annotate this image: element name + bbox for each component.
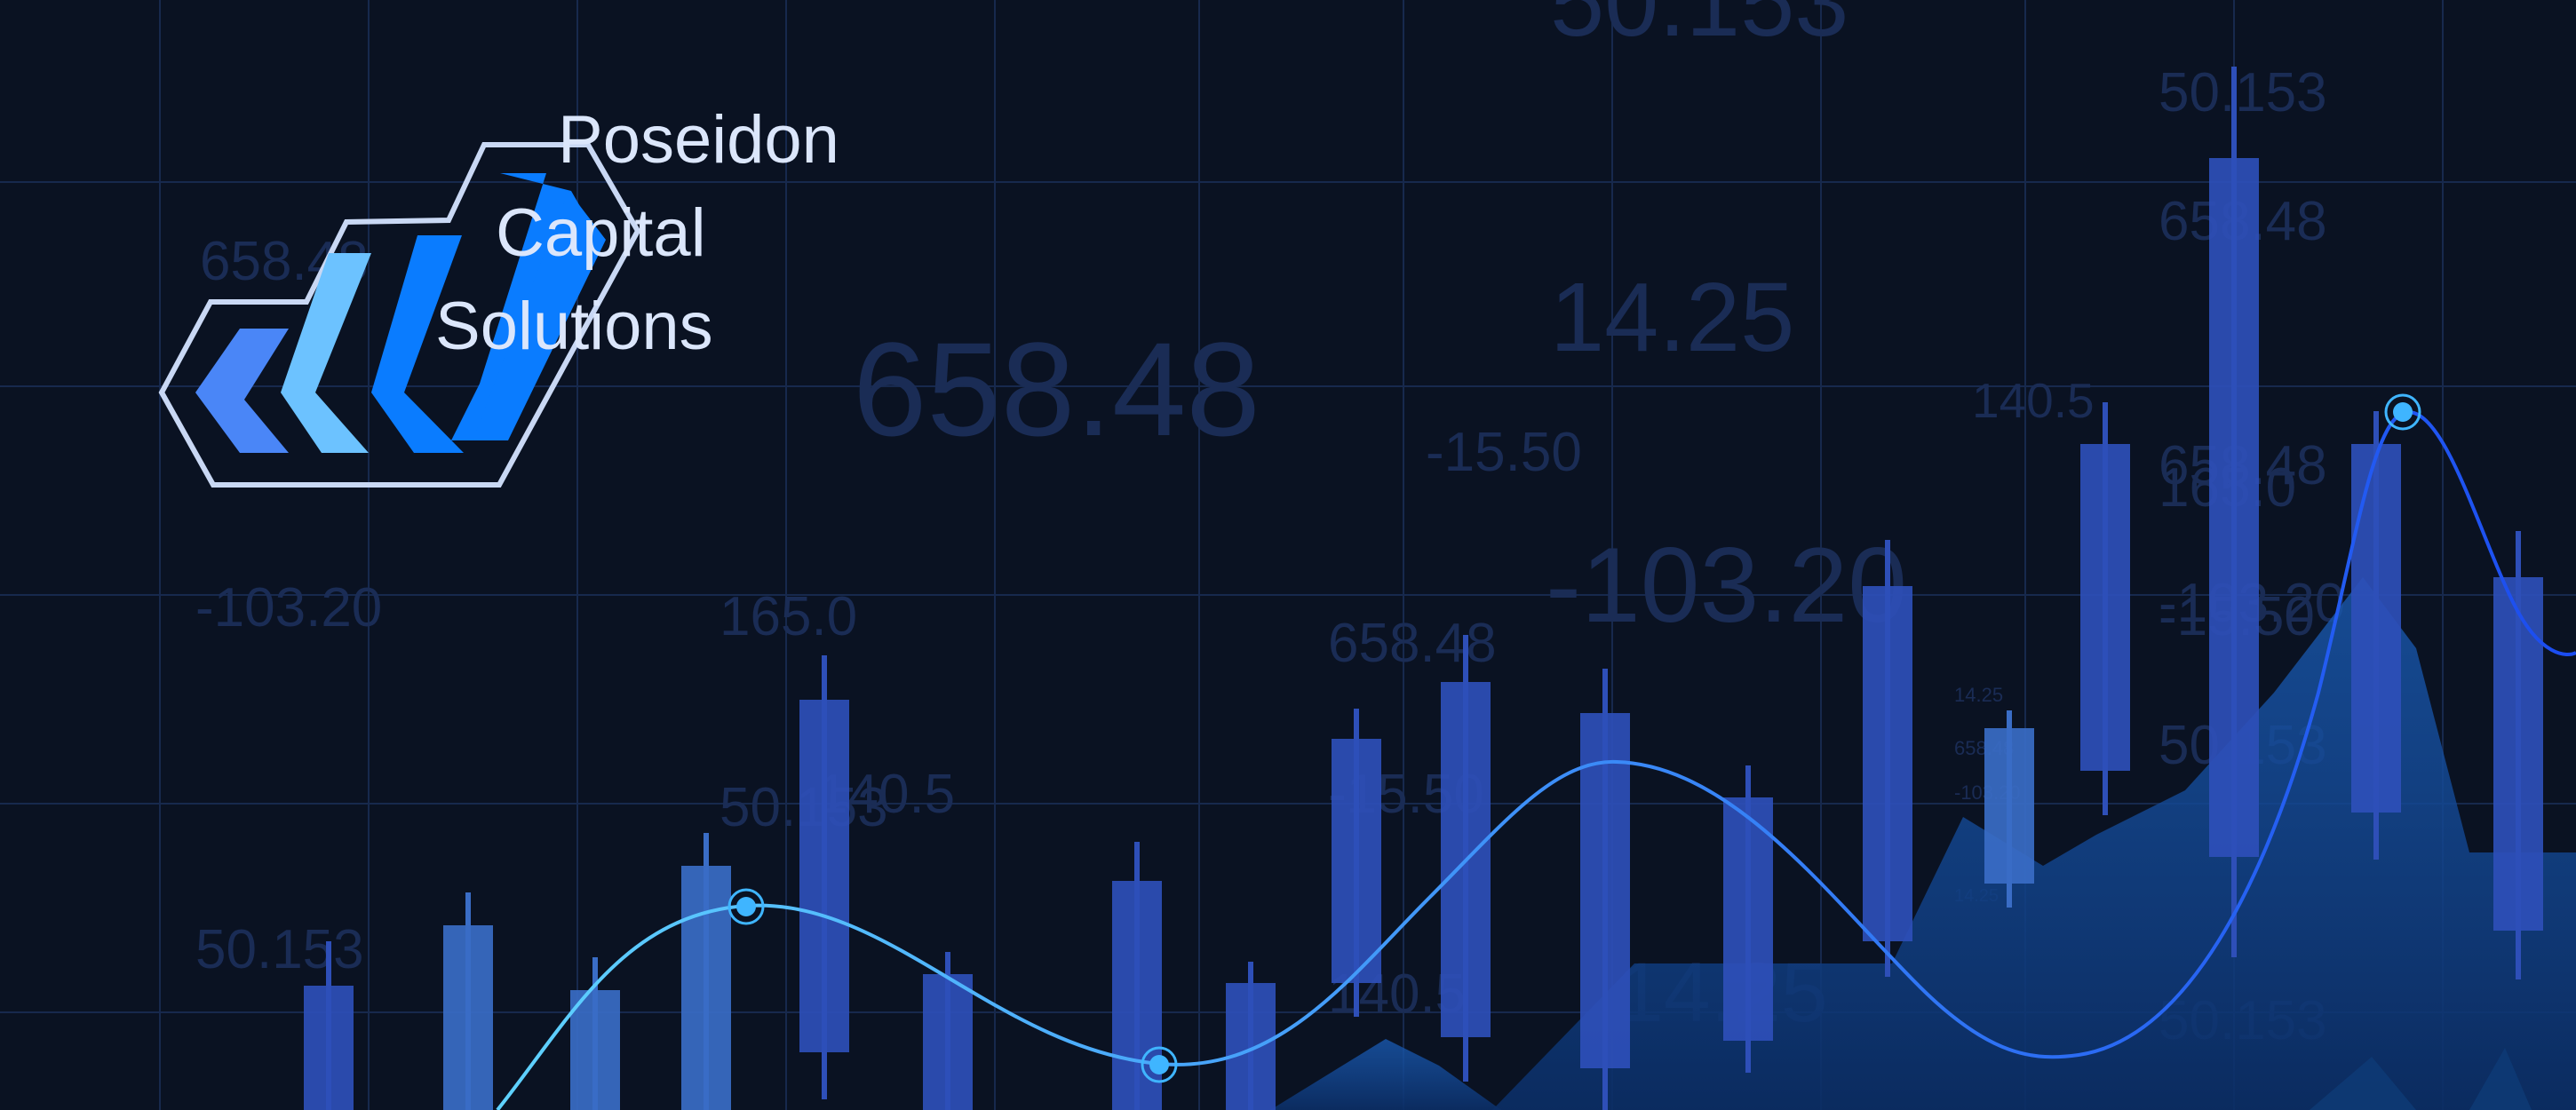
brand-name-line-3: Solutions: [435, 289, 713, 364]
brand: Poseidon Capital Solutions: [0, 0, 2576, 1110]
brand-name-line-2: Capital: [496, 195, 706, 271]
brand-name-line-1: Poseidon: [558, 102, 839, 178]
